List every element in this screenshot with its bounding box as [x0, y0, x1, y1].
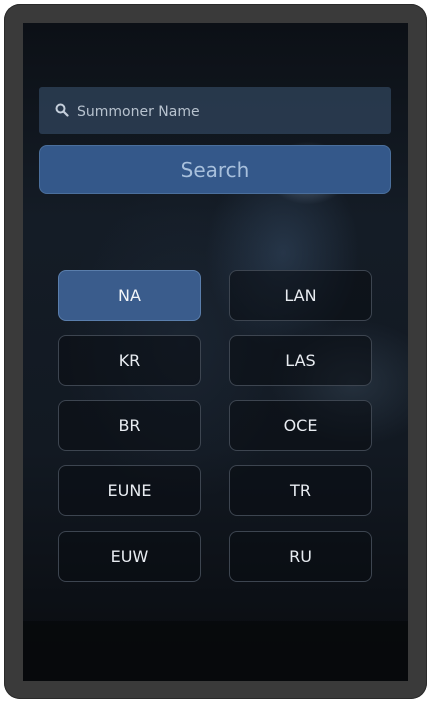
- region-button-las[interactable]: LAS: [229, 335, 372, 386]
- region-button-ru[interactable]: RU: [229, 531, 372, 582]
- search-icon: [55, 103, 69, 117]
- region-button-lan[interactable]: LAN: [229, 270, 372, 321]
- region-button-na[interactable]: NA: [58, 270, 201, 321]
- search-button[interactable]: Search: [39, 145, 391, 194]
- region-button-oce[interactable]: OCE: [229, 400, 372, 451]
- region-button-eune[interactable]: EUNE: [58, 465, 201, 516]
- bottom-bar: [23, 621, 408, 681]
- app-screen: Search NA LAN KR LAS BR OCE EUNE TR EUW …: [23, 23, 408, 681]
- summoner-name-input[interactable]: [75, 97, 379, 126]
- search-bar[interactable]: [39, 87, 391, 134]
- region-button-euw[interactable]: EUW: [58, 531, 201, 582]
- region-button-br[interactable]: BR: [58, 400, 201, 451]
- region-button-kr[interactable]: KR: [58, 335, 201, 386]
- phone-frame: Search NA LAN KR LAS BR OCE EUNE TR EUW …: [4, 4, 427, 699]
- region-button-tr[interactable]: TR: [229, 465, 372, 516]
